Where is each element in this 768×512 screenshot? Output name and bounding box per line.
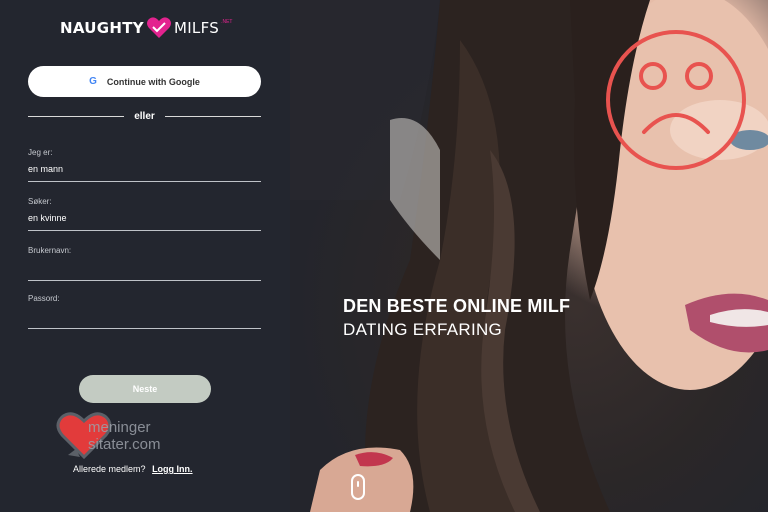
- hero-headline: DEN BESTE ONLINE MILF: [343, 296, 571, 316]
- gender-select[interactable]: Jeg er: en mann: [28, 148, 261, 182]
- hero-subheadline: DATING ERFARING: [343, 320, 503, 339]
- password-field[interactable]: Passord:: [28, 294, 261, 329]
- already-member-row: Allerede medlem? Logg Inn.: [73, 464, 193, 474]
- seeking-label: Søker:: [28, 197, 52, 206]
- username-field[interactable]: Brukernavn:: [28, 246, 261, 281]
- gender-value: en mann: [28, 164, 64, 174]
- heart-logo-icon: [146, 17, 171, 38]
- divider-line-right: [164, 115, 262, 117]
- signup-panel: NAUGHTY MILFS .NET G Continue with Googl…: [0, 0, 290, 512]
- sad-face-icon: [606, 30, 746, 170]
- next-button[interactable]: Neste: [79, 375, 211, 403]
- divider-line-left: [28, 115, 125, 117]
- page: DEN BESTE ONLINE MILF DATING ERFARING NA…: [0, 0, 768, 512]
- site-logo[interactable]: NAUGHTY MILFS .NET: [60, 15, 232, 41]
- already-member-text: Allerede medlem?: [73, 464, 146, 474]
- or-label: eller: [134, 110, 155, 122]
- seeking-value: en kvinne: [28, 213, 67, 223]
- mouse-scroll-icon[interactable]: [351, 474, 365, 500]
- username-label: Brukernavn:: [28, 246, 72, 255]
- watermark-line-1: meninger: [88, 419, 151, 436]
- logo-word-2: MILFS: [173, 19, 220, 37]
- watermark-line-2: sitater.com: [88, 436, 161, 453]
- google-button-label: Continue with Google: [106, 76, 200, 87]
- continue-with-google-button[interactable]: G Continue with Google: [28, 66, 261, 97]
- logo-tld: .NET: [221, 19, 233, 25]
- gender-label: Jeg er:: [28, 148, 53, 157]
- logo-word-1: NAUGHTY: [60, 19, 144, 37]
- watermark-text: meninger sitater.com: [88, 419, 161, 453]
- google-icon: G: [89, 76, 97, 87]
- login-link[interactable]: Logg Inn.: [152, 464, 193, 474]
- seeking-select[interactable]: Søker: en kvinne: [28, 197, 261, 231]
- password-label: Passord:: [28, 294, 60, 303]
- or-divider: eller: [28, 109, 262, 123]
